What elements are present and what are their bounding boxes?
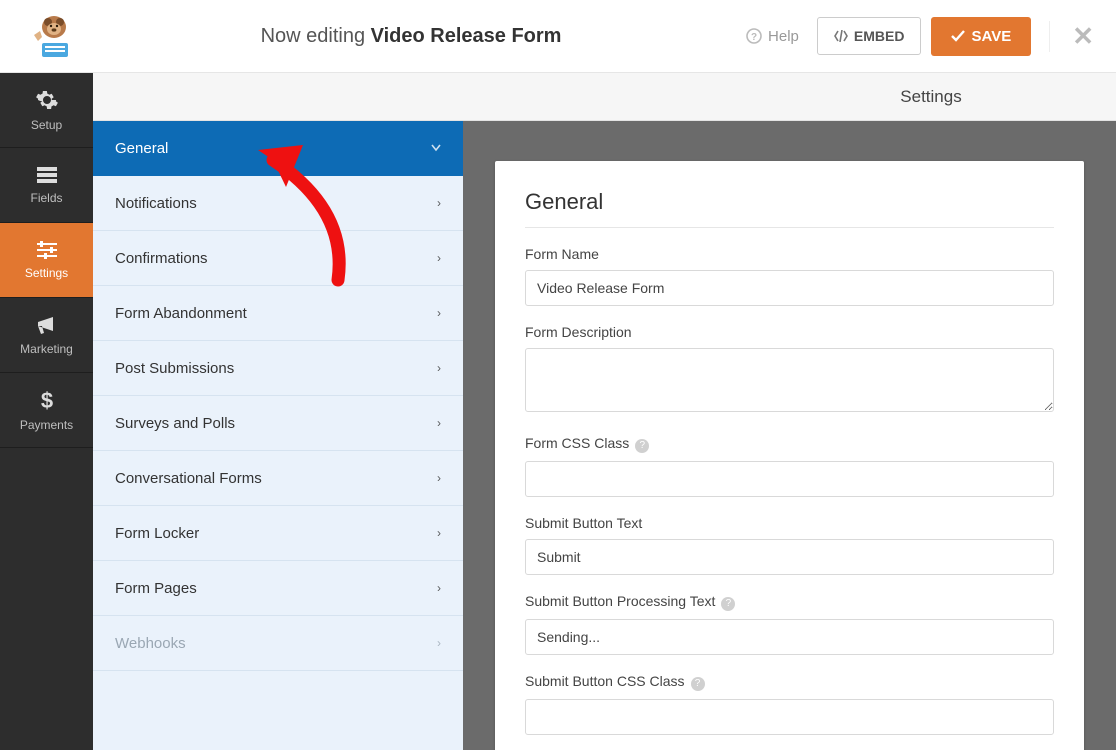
- form-css-class-label: Form CSS Class?: [525, 435, 1054, 453]
- chevron-right-icon: ›: [437, 306, 441, 320]
- close-button[interactable]: ✕: [1049, 21, 1100, 52]
- form-name-label: Form Name: [525, 246, 1054, 262]
- submit-processing-text-label: Submit Button Processing Text?: [525, 593, 1054, 611]
- settings-item-conversational-forms[interactable]: Conversational Forms ›: [93, 451, 463, 506]
- save-button[interactable]: SAVE: [931, 17, 1031, 56]
- help-icon[interactable]: ?: [635, 439, 649, 453]
- form-css-class-input[interactable]: [525, 461, 1054, 497]
- content-area: General Form Name Form Description Form …: [463, 121, 1116, 750]
- help-icon[interactable]: ?: [721, 597, 735, 611]
- left-nav: Setup Fields Settings Marketing $ Paymen…: [0, 73, 93, 750]
- embed-button[interactable]: EMBED: [817, 17, 922, 55]
- chevron-down-icon: [431, 141, 441, 155]
- page-title: Settings: [93, 73, 1116, 121]
- form-description-label: Form Description: [525, 324, 1054, 340]
- settings-item-general[interactable]: General: [93, 121, 463, 176]
- submit-css-class-input[interactable]: [525, 699, 1054, 735]
- submit-button-text-label: Submit Button Text: [525, 515, 1054, 531]
- help-link[interactable]: ? Help: [746, 28, 799, 45]
- settings-menu: General Notifications › Confirmations › …: [93, 121, 463, 750]
- nav-settings[interactable]: Settings: [0, 223, 93, 298]
- general-panel: General Form Name Form Description Form …: [495, 161, 1084, 750]
- svg-text:$: $: [40, 388, 52, 412]
- submit-processing-text-input[interactable]: [525, 619, 1054, 655]
- settings-item-post-submissions[interactable]: Post Submissions ›: [93, 341, 463, 396]
- nav-fields[interactable]: Fields: [0, 148, 93, 223]
- chevron-right-icon: ›: [437, 416, 441, 430]
- app-logo: [16, 11, 76, 61]
- chevron-right-icon: ›: [437, 251, 441, 265]
- help-icon[interactable]: ?: [691, 677, 705, 691]
- nav-marketing[interactable]: Marketing: [0, 298, 93, 373]
- form-name-input[interactable]: [525, 270, 1054, 306]
- chevron-right-icon: ›: [437, 526, 441, 540]
- nav-payments[interactable]: $ Payments: [0, 373, 93, 448]
- chevron-right-icon: ›: [437, 196, 441, 210]
- settings-item-form-pages[interactable]: Form Pages ›: [93, 561, 463, 616]
- settings-item-notifications[interactable]: Notifications ›: [93, 176, 463, 231]
- settings-item-form-locker[interactable]: Form Locker ›: [93, 506, 463, 561]
- top-bar: Now editing Video Release Form ? Help EM…: [0, 0, 1116, 73]
- chevron-right-icon: ›: [437, 581, 441, 595]
- submit-button-text-input[interactable]: [525, 539, 1054, 575]
- settings-item-form-abandonment[interactable]: Form Abandonment ›: [93, 286, 463, 341]
- settings-item-confirmations[interactable]: Confirmations ›: [93, 231, 463, 286]
- chevron-right-icon: ›: [437, 636, 441, 650]
- submit-css-class-label: Submit Button CSS Class?: [525, 673, 1054, 691]
- now-editing-label: Now editing Video Release Form: [76, 25, 746, 48]
- chevron-right-icon: ›: [437, 471, 441, 485]
- settings-item-surveys-polls[interactable]: Surveys and Polls ›: [93, 396, 463, 451]
- form-description-input[interactable]: [525, 348, 1054, 412]
- svg-text:?: ?: [751, 32, 757, 43]
- nav-setup[interactable]: Setup: [0, 73, 93, 148]
- chevron-right-icon: ›: [437, 361, 441, 375]
- settings-item-webhooks[interactable]: Webhooks ›: [93, 616, 463, 671]
- panel-title: General: [525, 189, 1054, 228]
